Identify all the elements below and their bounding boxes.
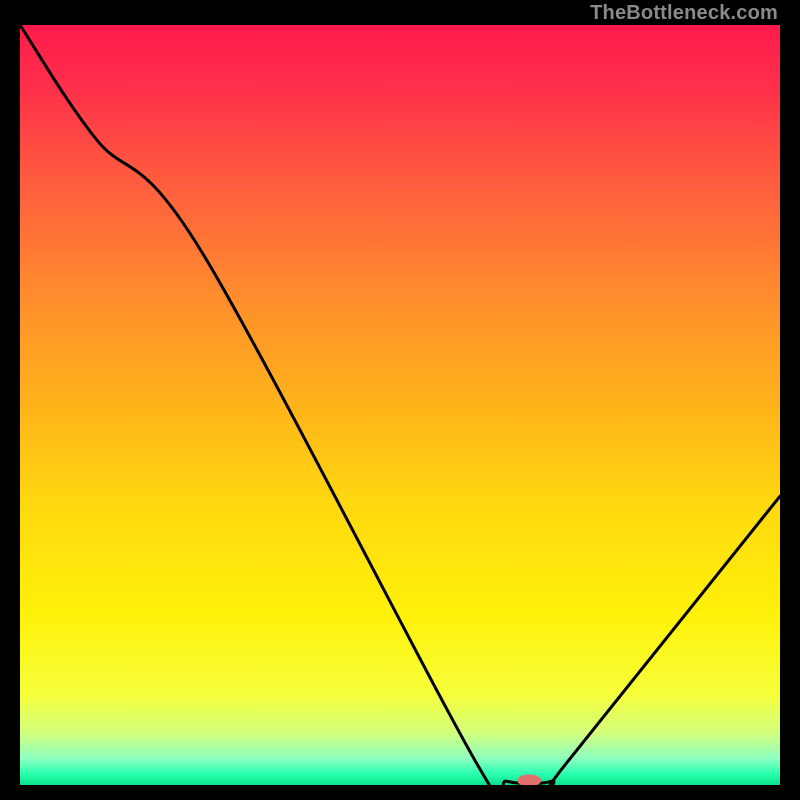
- gradient-background: [20, 25, 780, 785]
- watermark-text: TheBottleneck.com: [590, 2, 778, 25]
- chart-frame: [20, 25, 780, 785]
- bottleneck-chart: [20, 25, 780, 785]
